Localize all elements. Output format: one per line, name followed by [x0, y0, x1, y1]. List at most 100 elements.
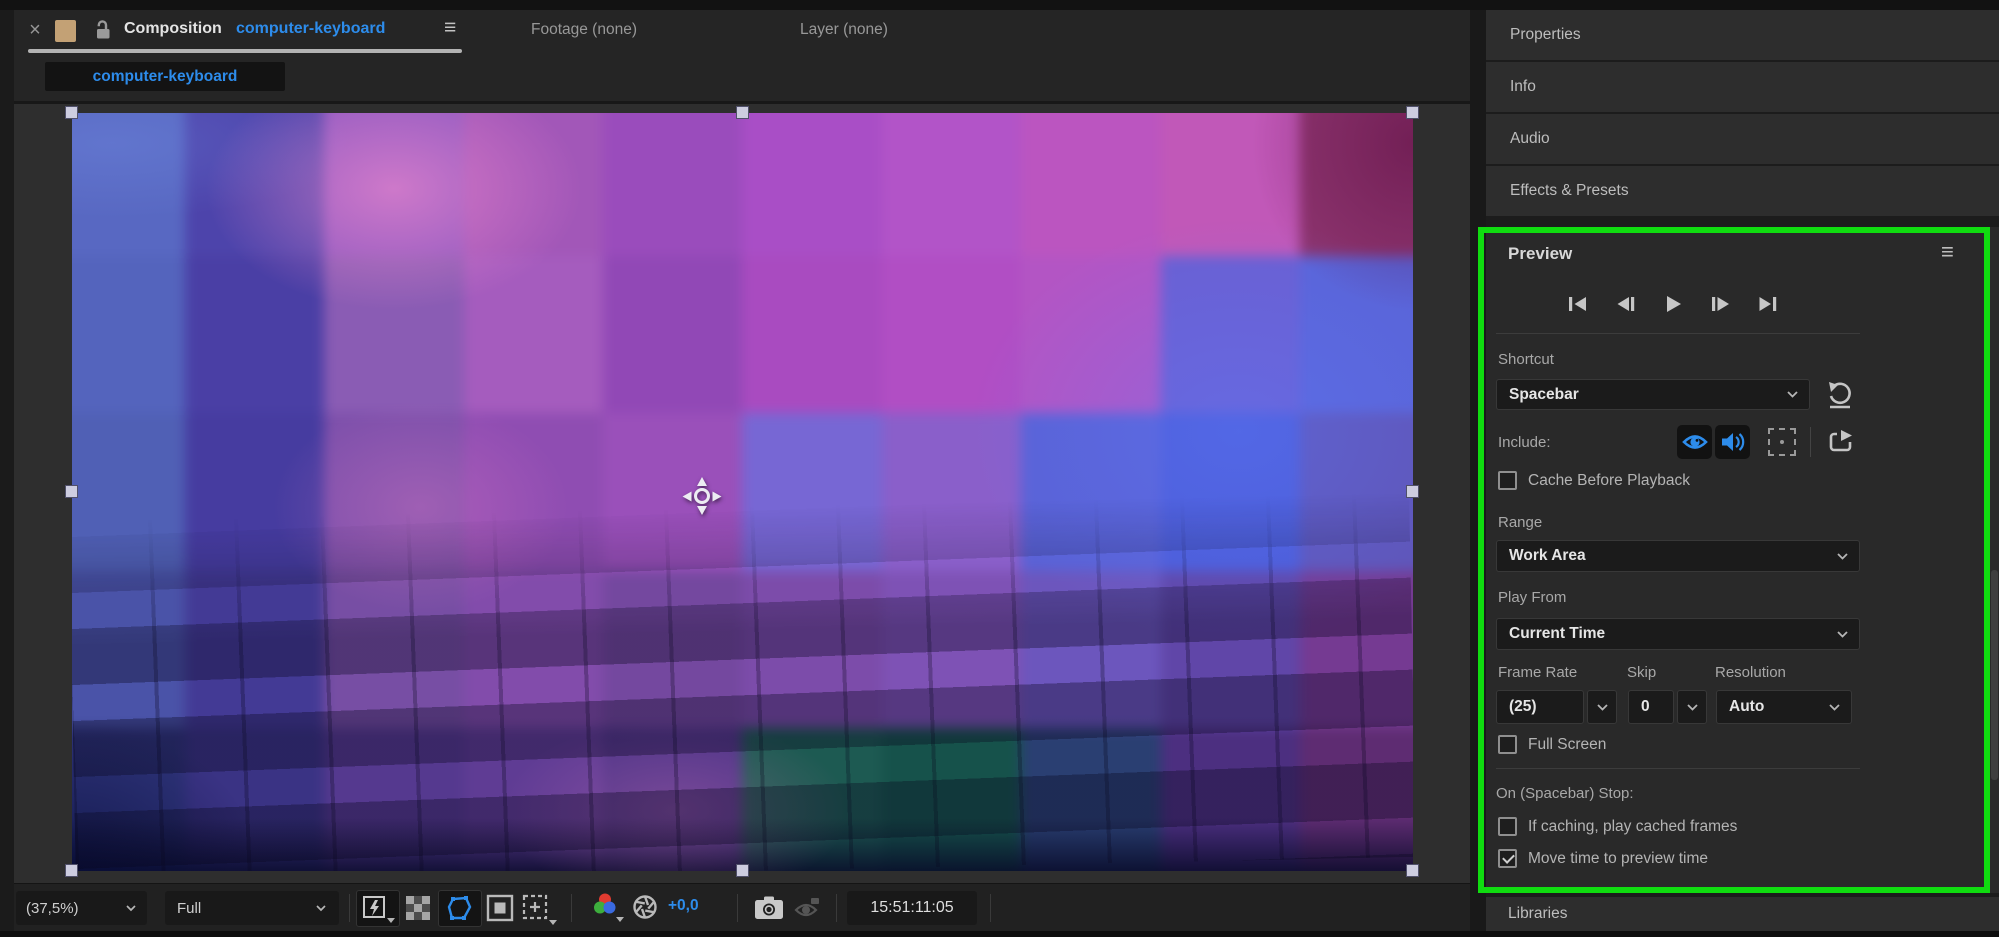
tab-footage[interactable]: Footage (none)	[531, 21, 637, 39]
adjust-exposure-value[interactable]: +0,0	[668, 897, 699, 915]
move-time-label: Move time to preview time	[1528, 850, 1709, 867]
play-button[interactable]	[1659, 292, 1687, 316]
full-screen-label: Full Screen	[1528, 736, 1607, 753]
tab-layer[interactable]: Layer (none)	[800, 21, 888, 39]
anchor-point-target[interactable]	[680, 474, 724, 518]
first-frame-button[interactable]	[1564, 292, 1592, 316]
divider	[1496, 768, 1860, 769]
selection-handle-top-mid[interactable]	[736, 106, 749, 119]
divider	[1810, 427, 1811, 457]
resolution-dropdown[interactable]: Full	[165, 891, 339, 925]
scrollbar-thumb[interactable]	[1991, 570, 1998, 780]
selection-handle-top-left[interactable]	[65, 106, 78, 119]
mask-visibility-button[interactable]	[438, 890, 482, 927]
panel-tab-libraries[interactable]: Libraries	[1486, 897, 1999, 931]
preview-panel-menu-icon[interactable]: ≡	[1941, 239, 1954, 265]
shortcut-dropdown[interactable]: Spacebar	[1496, 379, 1810, 410]
frame-rate-label: Frame Rate	[1498, 664, 1578, 681]
shortcut-value: Spacebar	[1509, 385, 1579, 403]
preview-panel-title[interactable]: Preview	[1508, 244, 1572, 264]
close-panel-icon[interactable]: ×	[23, 18, 47, 42]
panel-tab-properties[interactable]: Properties	[1486, 10, 1999, 60]
play-cached-frames-label: If caching, play cached frames	[1528, 818, 1738, 835]
show-snapshot-button[interactable]	[794, 897, 822, 924]
skip-value: 0	[1641, 698, 1650, 715]
panel-tab-info[interactable]: Info	[1486, 62, 1999, 112]
composition-preview-image[interactable]	[72, 113, 1413, 871]
magnification-dropdown[interactable]: (37,5%)	[16, 891, 147, 925]
viewer-tab-strip: computer-keyboard	[14, 53, 1470, 101]
full-screen-checkbox[interactable]	[1498, 735, 1517, 754]
shortcut-label: Shortcut	[1498, 351, 1554, 368]
range-label: Range	[1498, 514, 1543, 531]
take-snapshot-button[interactable]	[753, 895, 785, 926]
selection-handle-top-right[interactable]	[1406, 106, 1419, 119]
fast-previews-button[interactable]	[356, 890, 400, 927]
play-from-label: Play From	[1498, 589, 1567, 606]
play-from-value: Current Time	[1509, 625, 1606, 642]
play-cached-frames-checkbox[interactable]	[1498, 817, 1517, 836]
composition-panel: × Composition computer-keyboard ≡ Footag…	[14, 10, 1470, 931]
move-time-checkbox[interactable]	[1498, 849, 1517, 868]
divider	[349, 894, 350, 922]
last-frame-button[interactable]	[1754, 292, 1782, 316]
unlock-icon[interactable]	[94, 19, 112, 43]
selection-handle-mid-left[interactable]	[65, 485, 78, 498]
right-panel-stack: Properties Info Audio Effects & Presets …	[1486, 10, 1999, 931]
window-left-edge	[0, 10, 14, 931]
divider	[737, 894, 738, 922]
window-bottom-edge	[0, 931, 1999, 937]
resolution-label: Resolution	[1715, 664, 1786, 681]
selection-handle-bottom-mid[interactable]	[736, 864, 749, 877]
frame-rate-value: (25)	[1509, 698, 1537, 715]
frame-rate-dropdown-button[interactable]	[1587, 690, 1617, 724]
transparency-grid-button[interactable]	[403, 893, 433, 928]
dropdown-caret-icon	[387, 918, 395, 923]
include-video-button[interactable]	[1677, 425, 1712, 459]
grid-and-guides-button[interactable]	[521, 893, 561, 927]
selection-handle-mid-right[interactable]	[1406, 485, 1419, 498]
resolution-preview-dropdown[interactable]: Auto	[1716, 690, 1852, 724]
panel-gutter[interactable]	[1470, 10, 1486, 931]
include-audio-button[interactable]	[1715, 425, 1750, 459]
selection-handle-bottom-right[interactable]	[1406, 864, 1419, 877]
divider	[836, 894, 837, 922]
skip-value-box[interactable]: 0	[1628, 690, 1674, 724]
cache-before-playback-checkbox[interactable]	[1498, 471, 1517, 490]
include-label: Include:	[1498, 434, 1551, 451]
magnification-value: (37,5%)	[26, 899, 79, 917]
panel-tab-effects-presets[interactable]: Effects & Presets	[1486, 166, 1999, 216]
timecode-value: 15:51:11:05	[870, 899, 954, 916]
selection-handle-bottom-left[interactable]	[65, 864, 78, 877]
viewer-tab-computer-keyboard[interactable]: computer-keyboard	[45, 62, 285, 91]
frame-rate-value-box[interactable]: (25)	[1496, 690, 1584, 724]
viewport-pasteboard[interactable]	[14, 104, 1470, 883]
reset-shortcut-icon[interactable]	[1826, 380, 1854, 415]
reset-exposure-button[interactable]	[631, 893, 659, 926]
include-overlays-button[interactable]	[1768, 428, 1796, 456]
current-time-display[interactable]: 15:51:11:05	[847, 891, 977, 925]
skip-dropdown-button[interactable]	[1677, 690, 1707, 724]
tab-composition-label[interactable]: Composition	[124, 20, 222, 38]
channel-settings-button[interactable]	[590, 892, 628, 926]
panel-tab-audio[interactable]: Audio	[1486, 114, 1999, 164]
window-top-edge	[0, 0, 1999, 10]
panel-menu-icon[interactable]: ≡	[444, 16, 456, 40]
on-spacebar-stop-label: On (Spacebar) Stop:	[1496, 785, 1634, 802]
previous-frame-button[interactable]	[1612, 292, 1640, 316]
region-of-interest-button[interactable]	[485, 893, 515, 928]
keyboard-keys-pattern	[72, 493, 1413, 871]
panel-swatch-icon	[55, 20, 76, 42]
panel-tab-row: × Composition computer-keyboard ≡ Footag…	[14, 10, 1470, 53]
skip-label: Skip	[1627, 664, 1657, 681]
overlays-icon	[1768, 428, 1796, 456]
share-preview-button[interactable]	[1828, 428, 1856, 461]
resolution-value: Full	[177, 899, 202, 917]
divider	[990, 894, 991, 922]
play-from-dropdown[interactable]: Current Time	[1496, 618, 1860, 650]
next-frame-button[interactable]	[1707, 292, 1735, 316]
dropdown-caret-icon	[549, 920, 557, 925]
tab-composition-name[interactable]: computer-keyboard	[236, 20, 385, 38]
range-dropdown[interactable]: Work Area	[1496, 540, 1860, 572]
cache-before-playback-label: Cache Before Playback	[1528, 472, 1690, 489]
